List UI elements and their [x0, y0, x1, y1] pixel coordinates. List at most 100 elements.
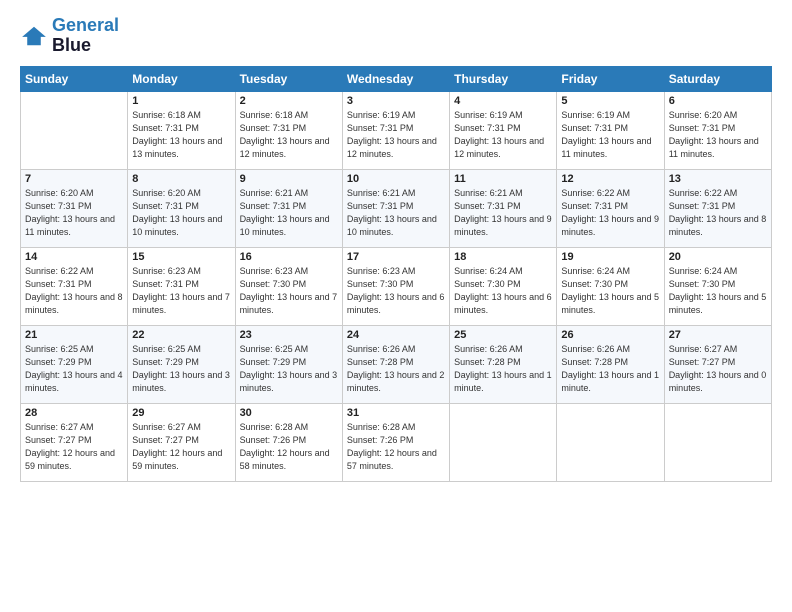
day-number: 11	[454, 173, 552, 185]
day-number: 18	[454, 251, 552, 263]
day-number: 7	[25, 173, 123, 185]
logo-text: GeneralBlue	[52, 16, 119, 56]
calendar-cell: 26 Sunrise: 6:26 AMSunset: 7:28 PMDayligh…	[557, 325, 664, 403]
calendar-cell	[21, 91, 128, 169]
page-container: GeneralBlue SundayMondayTuesdayWednesday…	[0, 0, 792, 492]
day-number: 29	[132, 407, 230, 419]
calendar-cell: 11 Sunrise: 6:21 AMSunset: 7:31 PMDayligh…	[450, 169, 557, 247]
calendar-cell: 27 Sunrise: 6:27 AMSunset: 7:27 PMDayligh…	[664, 325, 771, 403]
calendar-cell	[450, 403, 557, 481]
day-number: 5	[561, 95, 659, 107]
day-detail: Sunrise: 6:18 AMSunset: 7:31 PMDaylight:…	[240, 109, 338, 161]
calendar-cell: 18 Sunrise: 6:24 AMSunset: 7:30 PMDayligh…	[450, 247, 557, 325]
header-cell-saturday: Saturday	[664, 66, 771, 91]
calendar-cell: 25 Sunrise: 6:26 AMSunset: 7:28 PMDayligh…	[450, 325, 557, 403]
calendar-cell: 31 Sunrise: 6:28 AMSunset: 7:26 PMDayligh…	[342, 403, 449, 481]
calendar-cell	[557, 403, 664, 481]
day-number: 9	[240, 173, 338, 185]
calendar-cell: 23Sunrise: 6:25 AMSunset: 7:29 PMDayligh…	[235, 325, 342, 403]
day-number: 27	[669, 329, 767, 341]
day-number: 21	[25, 329, 123, 341]
logo: GeneralBlue	[20, 16, 119, 56]
calendar-cell: 7 Sunrise: 6:20 AMSunset: 7:31 PMDaylight…	[21, 169, 128, 247]
day-detail: Sunrise: 6:22 AMSunset: 7:31 PMDaylight:…	[25, 265, 123, 317]
calendar-cell: 3 Sunrise: 6:19 AMSunset: 7:31 PMDaylight…	[342, 91, 449, 169]
calendar-cell: 1 Sunrise: 6:18 AMSunset: 7:31 PMDaylight…	[128, 91, 235, 169]
day-number: 26	[561, 329, 659, 341]
day-detail: Sunrise: 6:27 AMSunset: 7:27 PMDaylight:…	[132, 421, 230, 473]
day-detail: Sunrise: 6:24 AMSunset: 7:30 PMDaylight:…	[561, 265, 659, 317]
day-number: 20	[669, 251, 767, 263]
header-cell-monday: Monday	[128, 66, 235, 91]
day-detail: Sunrise: 6:20 AMSunset: 7:31 PMDaylight:…	[25, 187, 123, 239]
day-number: 10	[347, 173, 445, 185]
header-cell-thursday: Thursday	[450, 66, 557, 91]
day-number: 12	[561, 173, 659, 185]
day-detail: Sunrise: 6:20 AMSunset: 7:31 PMDaylight:…	[132, 187, 230, 239]
day-number: 23	[240, 329, 338, 341]
calendar-cell: 6 Sunrise: 6:20 AMSunset: 7:31 PMDaylight…	[664, 91, 771, 169]
day-detail: Sunrise: 6:21 AMSunset: 7:31 PMDaylight:…	[454, 187, 552, 239]
header-cell-friday: Friday	[557, 66, 664, 91]
day-detail: Sunrise: 6:23 AMSunset: 7:31 PMDaylight:…	[132, 265, 230, 317]
calendar-week-row: 14 Sunrise: 6:22 AMSunset: 7:31 PMDayligh…	[21, 247, 772, 325]
day-number: 22	[132, 329, 230, 341]
day-detail: Sunrise: 6:21 AMSunset: 7:31 PMDaylight:…	[240, 187, 338, 239]
calendar-cell	[664, 403, 771, 481]
day-number: 13	[669, 173, 767, 185]
day-detail: Sunrise: 6:25 AMSunset: 7:29 PMDaylight:…	[25, 343, 123, 395]
day-number: 14	[25, 251, 123, 263]
calendar-cell: 16 Sunrise: 6:23 AMSunset: 7:30 PMDayligh…	[235, 247, 342, 325]
day-number: 31	[347, 407, 445, 419]
calendar-cell: 19 Sunrise: 6:24 AMSunset: 7:30 PMDayligh…	[557, 247, 664, 325]
day-number: 2	[240, 95, 338, 107]
day-number: 6	[669, 95, 767, 107]
day-detail: Sunrise: 6:26 AMSunset: 7:28 PMDaylight:…	[347, 343, 445, 395]
day-detail: Sunrise: 6:23 AMSunset: 7:30 PMDaylight:…	[347, 265, 445, 317]
day-detail: Sunrise: 6:26 AMSunset: 7:28 PMDaylight:…	[454, 343, 552, 395]
day-detail: Sunrise: 6:22 AMSunset: 7:31 PMDaylight:…	[669, 187, 767, 239]
calendar-cell: 2 Sunrise: 6:18 AMSunset: 7:31 PMDaylight…	[235, 91, 342, 169]
day-detail: Sunrise: 6:27 AMSunset: 7:27 PMDaylight:…	[669, 343, 767, 395]
day-detail: Sunrise: 6:19 AMSunset: 7:31 PMDaylight:…	[347, 109, 445, 161]
day-detail: Sunrise: 6:24 AMSunset: 7:30 PMDaylight:…	[669, 265, 767, 317]
day-number: 28	[25, 407, 123, 419]
calendar-week-row: 28 Sunrise: 6:27 AMSunset: 7:27 PMDayligh…	[21, 403, 772, 481]
day-detail: Sunrise: 6:18 AMSunset: 7:31 PMDaylight:…	[132, 109, 230, 161]
day-detail: Sunrise: 6:24 AMSunset: 7:30 PMDaylight:…	[454, 265, 552, 317]
calendar-table: SundayMondayTuesdayWednesdayThursdayFrid…	[20, 66, 772, 482]
day-detail: Sunrise: 6:27 AMSunset: 7:27 PMDaylight:…	[25, 421, 123, 473]
day-number: 3	[347, 95, 445, 107]
day-number: 8	[132, 173, 230, 185]
calendar-cell: 17 Sunrise: 6:23 AMSunset: 7:30 PMDayligh…	[342, 247, 449, 325]
day-detail: Sunrise: 6:20 AMSunset: 7:31 PMDaylight:…	[669, 109, 767, 161]
calendar-cell: 8 Sunrise: 6:20 AMSunset: 7:31 PMDaylight…	[128, 169, 235, 247]
calendar-cell: 10Sunrise: 6:21 AMSunset: 7:31 PMDayligh…	[342, 169, 449, 247]
calendar-cell: 14 Sunrise: 6:22 AMSunset: 7:31 PMDayligh…	[21, 247, 128, 325]
day-detail: Sunrise: 6:19 AMSunset: 7:31 PMDaylight:…	[561, 109, 659, 161]
day-detail: Sunrise: 6:19 AMSunset: 7:31 PMDaylight:…	[454, 109, 552, 161]
calendar-cell: 9 Sunrise: 6:21 AMSunset: 7:31 PMDaylight…	[235, 169, 342, 247]
day-number: 24	[347, 329, 445, 341]
calendar-cell: 24 Sunrise: 6:26 AMSunset: 7:28 PMDayligh…	[342, 325, 449, 403]
day-detail: Sunrise: 6:25 AMSunset: 7:29 PMDaylight:…	[132, 343, 230, 395]
day-number: 16	[240, 251, 338, 263]
calendar-cell: 4 Sunrise: 6:19 AMSunset: 7:31 PMDaylight…	[450, 91, 557, 169]
day-detail: Sunrise: 6:23 AMSunset: 7:30 PMDaylight:…	[240, 265, 338, 317]
header: GeneralBlue	[20, 16, 772, 56]
calendar-cell: 5 Sunrise: 6:19 AMSunset: 7:31 PMDaylight…	[557, 91, 664, 169]
day-detail: Sunrise: 6:26 AMSunset: 7:28 PMDaylight:…	[561, 343, 659, 395]
day-number: 17	[347, 251, 445, 263]
header-cell-sunday: Sunday	[21, 66, 128, 91]
logo-icon	[20, 25, 48, 47]
day-number: 1	[132, 95, 230, 107]
day-number: 25	[454, 329, 552, 341]
calendar-week-row: 7 Sunrise: 6:20 AMSunset: 7:31 PMDaylight…	[21, 169, 772, 247]
day-number: 30	[240, 407, 338, 419]
day-number: 4	[454, 95, 552, 107]
calendar-cell: 22 Sunrise: 6:25 AMSunset: 7:29 PMDayligh…	[128, 325, 235, 403]
day-detail: Sunrise: 6:28 AMSunset: 7:26 PMDaylight:…	[347, 421, 445, 473]
day-number: 19	[561, 251, 659, 263]
day-detail: Sunrise: 6:22 AMSunset: 7:31 PMDaylight:…	[561, 187, 659, 239]
calendar-week-row: 1 Sunrise: 6:18 AMSunset: 7:31 PMDaylight…	[21, 91, 772, 169]
